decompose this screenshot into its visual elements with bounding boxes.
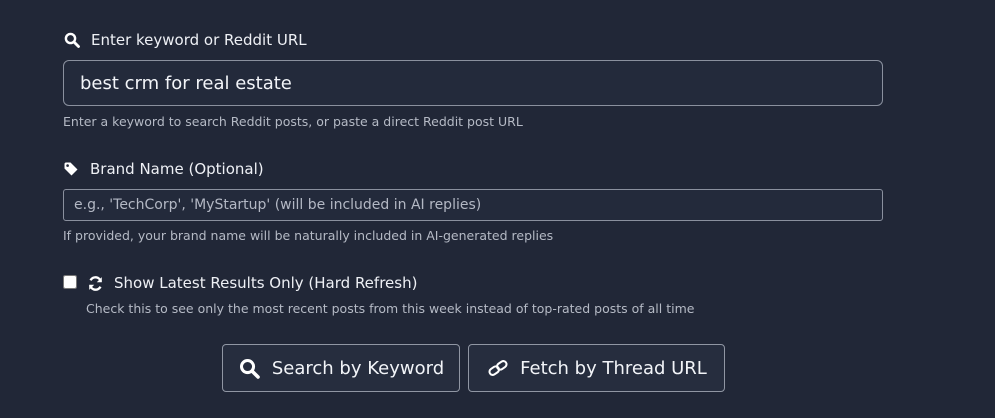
link-icon — [486, 356, 510, 380]
keyword-label-row: Enter keyword or Reddit URL — [63, 31, 307, 49]
latest-results-label: Show Latest Results Only (Hard Refresh) — [114, 274, 418, 292]
latest-results-checkbox[interactable] — [63, 275, 77, 289]
fetch-by-thread-url-label: Fetch by Thread URL — [520, 357, 707, 379]
tag-icon — [62, 160, 80, 178]
fetch-by-thread-url-button[interactable]: Fetch by Thread URL — [468, 344, 725, 392]
keyword-input[interactable] — [63, 60, 883, 106]
brand-label: Brand Name (Optional) — [90, 160, 264, 178]
brand-name-input[interactable] — [63, 189, 883, 221]
latest-label-row: Show Latest Results Only (Hard Refresh) — [86, 274, 417, 292]
brand-label-row: Brand Name (Optional) — [62, 160, 264, 178]
search-icon — [63, 31, 81, 49]
keyword-help-text: Enter a keyword to search Reddit posts, … — [63, 114, 523, 129]
search-form: Enter keyword or Reddit URL Enter a keyw… — [0, 0, 995, 418]
brand-help-text: If provided, your brand name will be nat… — [63, 228, 554, 243]
keyword-label: Enter keyword or Reddit URL — [91, 31, 307, 49]
search-by-keyword-button[interactable]: Search by Keyword — [222, 344, 460, 392]
search-by-keyword-label: Search by Keyword — [271, 357, 445, 379]
refresh-icon — [86, 274, 104, 292]
latest-help-text: Check this to see only the most recent p… — [86, 301, 695, 316]
search-icon — [238, 356, 262, 380]
